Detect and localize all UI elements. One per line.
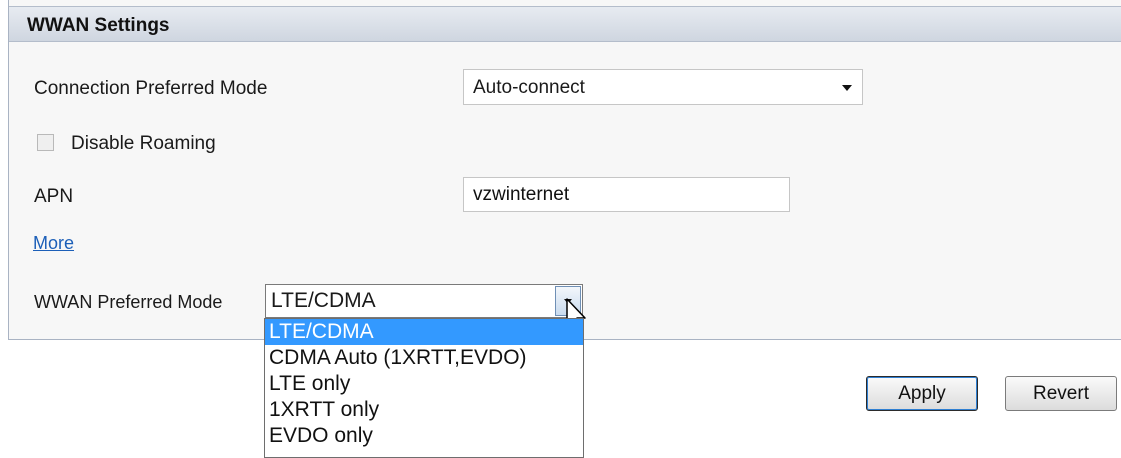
connection-mode-label: Connection Preferred Mode	[34, 78, 268, 99]
wwan-mode-dropdown-list: LTE/CDMA CDMA Auto (1XRTT,EVDO) LTE only…	[264, 318, 584, 458]
wwan-mode-label: WWAN Preferred Mode	[34, 292, 223, 312]
disable-roaming-checkbox[interactable]	[37, 134, 54, 151]
revert-button[interactable]: Revert	[1005, 376, 1117, 411]
apn-label: APN	[34, 186, 74, 207]
panel-title: WWAN Settings	[27, 15, 170, 36]
apn-input[interactable]	[463, 177, 790, 212]
dropdown-option[interactable]: LTE/CDMA	[265, 319, 583, 345]
chevron-down-icon	[842, 85, 852, 91]
panel-header: WWAN Settings	[9, 6, 1121, 42]
wwan-mode-value: LTE/CDMA	[271, 289, 376, 312]
connection-mode-select[interactable]: Auto-connect	[463, 69, 863, 105]
connection-mode-value: Auto-connect	[473, 77, 585, 98]
wwan-mode-select[interactable]: LTE/CDMA	[265, 284, 583, 318]
disable-roaming-label: Disable Roaming	[71, 133, 216, 154]
dropdown-option[interactable]: CDMA Auto (1XRTT,EVDO)	[265, 345, 583, 371]
dropdown-option[interactable]: EVDO only	[265, 423, 583, 449]
dropdown-option[interactable]: 1XRTT only	[265, 397, 583, 423]
more-link[interactable]: More	[33, 233, 74, 254]
dropdown-option[interactable]: LTE only	[265, 371, 583, 397]
apply-button[interactable]: Apply	[866, 376, 978, 411]
